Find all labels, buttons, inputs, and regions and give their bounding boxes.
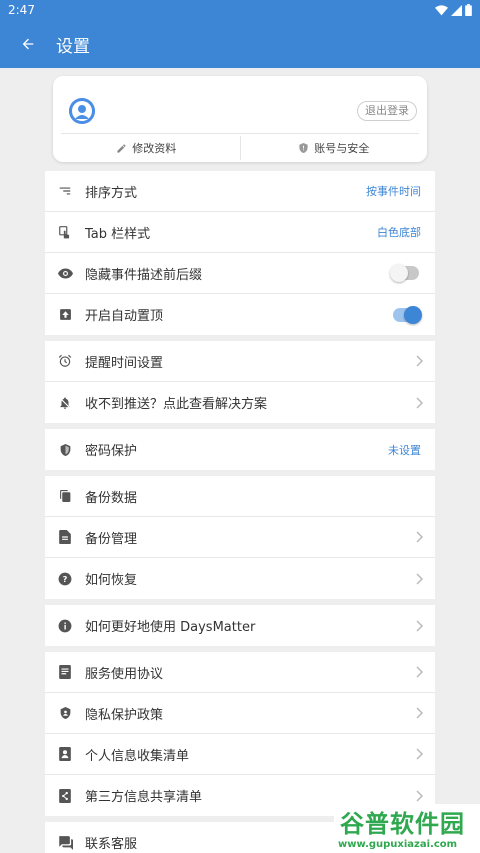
row-service-agreement[interactable]: 服务使用协议: [45, 652, 435, 693]
battery-icon: [465, 4, 472, 16]
row-backup-data[interactable]: 备份数据: [45, 476, 435, 517]
chevron-right-icon: [416, 355, 424, 367]
service-agreement-label: 服务使用协议: [85, 666, 164, 682]
chevron-right-icon: [416, 666, 424, 678]
backup-data-label: 备份数据: [85, 490, 138, 506]
row-personal-info-list[interactable]: 个人信息收集清单: [45, 734, 435, 775]
info-icon: [58, 619, 72, 632]
row-usage-tips[interactable]: 如何更好地使用 DaysMatter: [45, 605, 435, 646]
personal-info-list-label: 个人信息收集清单: [85, 748, 190, 764]
status-time: 2:47: [8, 3, 35, 17]
watermark-url: www.gupuxiazai.com: [338, 839, 458, 850]
how-restore-label: 如何恢复: [85, 573, 138, 588]
settings-group-display: 排序方式 按事件时间 Tab 栏样式 白色底部 隐藏事件描述前后缀 开启自动置顶: [45, 171, 435, 335]
help-icon: ?: [58, 572, 72, 585]
svg-text:?: ?: [63, 573, 68, 583]
edit-profile-button[interactable]: 修改资料: [53, 134, 240, 162]
row-how-restore[interactable]: ? 如何恢复: [45, 558, 435, 599]
privacy-policy-label: 隐私保护政策: [85, 707, 164, 723]
chevron-right-icon: [416, 531, 424, 543]
copy-icon: [59, 490, 70, 502]
auto-pin-toggle[interactable]: [393, 305, 422, 324]
row-auto-pin[interactable]: 开启自动置顶: [45, 294, 435, 335]
row-password-protection[interactable]: 密码保护 未设置: [45, 429, 435, 470]
chevron-right-icon: [416, 396, 424, 409]
security-shield-icon: [299, 142, 308, 154]
pencil-icon: [117, 143, 126, 153]
row-reminder-time[interactable]: 提醒时间设置: [45, 341, 435, 382]
sort-order-value: 按事件时间: [366, 185, 421, 198]
app-bar: 设置: [0, 20, 480, 68]
third-party-list-label: 第三方信息共享清单: [85, 790, 203, 805]
bell-off-icon: [59, 396, 71, 409]
watermark-text: 谷普软件园: [340, 809, 465, 838]
chevron-right-icon: [416, 707, 424, 719]
row-tab-style[interactable]: Tab 栏样式 白色底部: [45, 212, 435, 253]
settings-group-legal: 服务使用协议 隐私保护政策 个人信息收集清单 第三方信息共享清单: [45, 652, 435, 816]
auto-pin-label: 开启自动置顶: [85, 309, 164, 324]
user-avatar-icon: [69, 98, 95, 124]
row-backup-manage[interactable]: 备份管理: [45, 517, 435, 558]
account-security-button[interactable]: 账号与安全: [241, 134, 428, 162]
contact-card-icon: [59, 747, 71, 761]
site-watermark: 谷普软件园 www.gupuxiazai.com: [334, 804, 480, 853]
eye-icon: [57, 268, 73, 278]
alarm-icon: [58, 354, 72, 367]
chat-icon: [58, 835, 73, 850]
backup-manage-label: 备份管理: [85, 531, 138, 547]
back-arrow-icon: [22, 38, 34, 50]
hide-affix-toggle[interactable]: [390, 264, 419, 282]
settings-group-reminders: 提醒时间设置 收不到推送？点此查看解决方案: [45, 341, 435, 423]
sort-icon: [59, 187, 71, 195]
status-bar: 2:47: [0, 0, 480, 20]
settings-group-backup: 备份数据 备份管理 ? 如何恢复: [45, 476, 435, 599]
status-icons: [435, 4, 472, 16]
usage-tips-label: 如何更好地使用 DaysMatter: [85, 620, 256, 635]
password-protection-label: 密码保护: [85, 444, 138, 459]
pin-top-icon: [59, 309, 71, 320]
row-privacy-policy[interactable]: 隐私保护政策: [45, 693, 435, 734]
signal-icon: [451, 4, 462, 16]
logout-button[interactable]: 退出登录: [357, 101, 417, 121]
password-protection-value: 未设置: [388, 443, 421, 457]
wifi-icon: [435, 4, 448, 15]
row-hide-affix[interactable]: 隐藏事件描述前后缀: [45, 253, 435, 294]
chevron-right-icon: [416, 619, 424, 632]
page-title: 设置: [56, 36, 90, 57]
profile-card: 退出登录 修改资料 账号与安全: [53, 76, 427, 162]
back-button[interactable]: [0, 20, 56, 68]
shield-icon: [60, 443, 70, 456]
chevron-right-icon: [416, 572, 424, 585]
account-security-label: 账号与安全: [314, 142, 370, 155]
tab-style-label: Tab 栏样式: [85, 226, 151, 242]
profile-actions: 修改资料 账号与安全: [53, 134, 427, 162]
row-sort-order[interactable]: 排序方式 按事件时间: [45, 171, 435, 212]
row-push-help[interactable]: 收不到推送？点此查看解决方案: [45, 382, 435, 423]
edit-profile-label: 修改资料: [132, 142, 177, 155]
settings-group-tips: 如何更好地使用 DaysMatter: [45, 605, 435, 646]
tab-style-value: 白色底部: [377, 226, 421, 239]
avatar[interactable]: [69, 98, 95, 124]
touch-icon: [59, 225, 70, 238]
file-icon: [59, 530, 71, 544]
chevron-right-icon: [416, 789, 424, 802]
reminder-time-label: 提醒时间设置: [85, 355, 164, 371]
document-icon: [59, 665, 71, 679]
privacy-shield-icon: [60, 707, 70, 719]
settings-group-password: 密码保护 未设置: [45, 429, 435, 470]
hide-affix-label: 隐藏事件描述前后缀: [85, 267, 203, 283]
chevron-right-icon: [416, 748, 424, 760]
push-help-label: 收不到推送？点此查看解决方案: [85, 397, 268, 412]
share-icon: [59, 788, 71, 803]
sort-order-label: 排序方式: [85, 185, 138, 201]
